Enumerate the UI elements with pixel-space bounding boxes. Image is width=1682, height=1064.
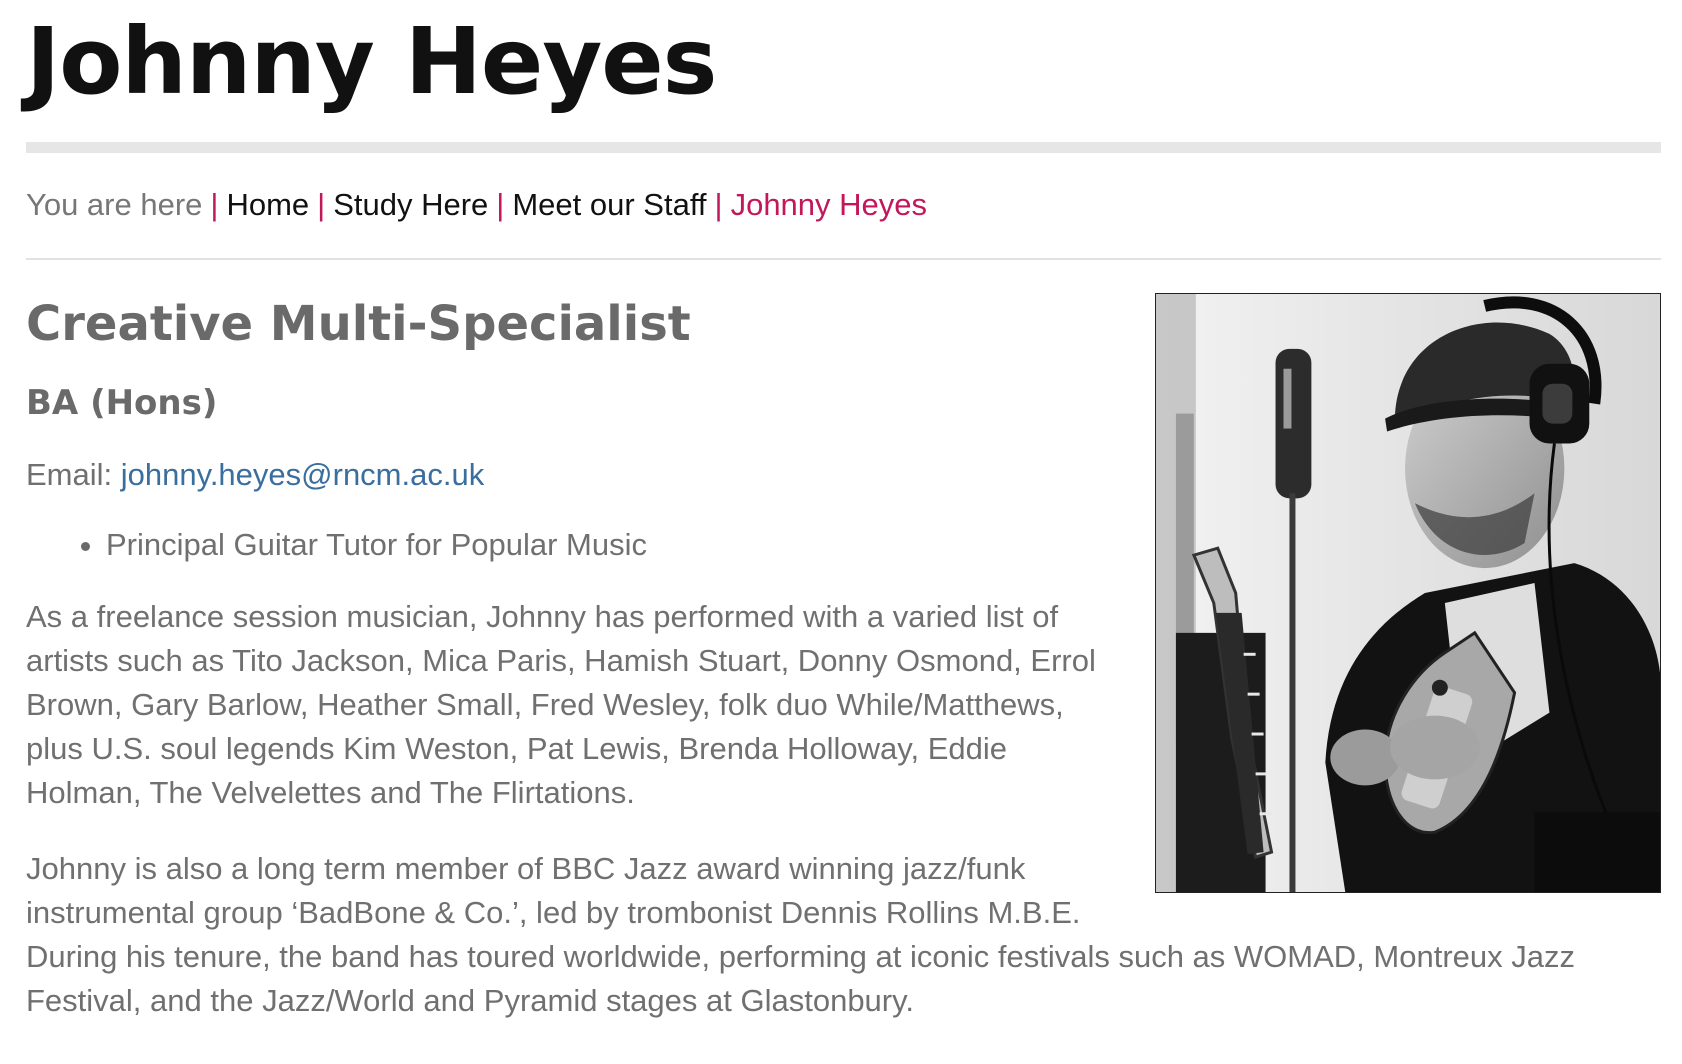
breadcrumb-divider [26,258,1661,260]
breadcrumb-link-meet-our-staff[interactable]: Meet our Staff [512,187,706,222]
breadcrumb: You are here | Home | Study Here | Meet our St… [26,186,927,223]
breadcrumb-separator: | [210,187,219,222]
breadcrumb-link-home[interactable]: Home [226,187,309,222]
email-link[interactable]: johnny.heyes@rncm.ac.uk [121,457,484,492]
breadcrumb-separator: | [496,187,505,222]
title-divider [26,142,1661,153]
page-title: Johnny Heyes [26,8,717,115]
profile-photo [1155,293,1661,893]
guitarist-photo-illustration [1156,294,1660,892]
email-label: Email: [26,456,113,492]
breadcrumb-separator: | [317,187,326,222]
profile-content: Creative Multi-Specialist BA (Hons) Emai… [26,290,1661,1023]
breadcrumb-separator: | [714,187,723,222]
breadcrumb-current: Johnny Heyes [730,187,928,222]
breadcrumb-link-study-here[interactable]: Study Here [333,187,488,222]
breadcrumb-prefix: You are here [26,187,203,222]
